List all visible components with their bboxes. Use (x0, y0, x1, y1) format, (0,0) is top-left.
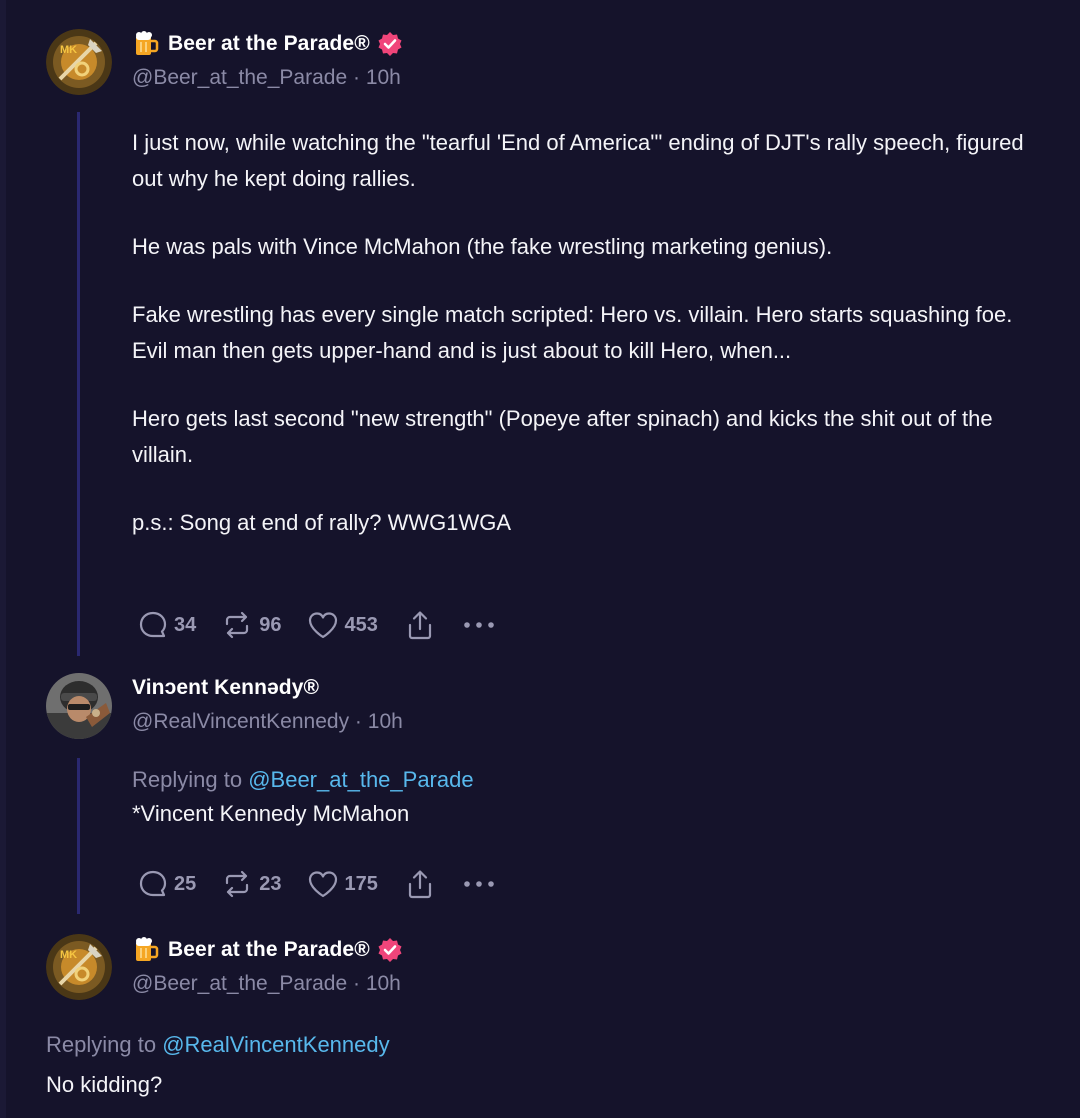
thread-line (77, 112, 80, 656)
like-count: 175 (344, 872, 378, 895)
share-button[interactable] (406, 868, 434, 900)
post-body: Replying to @Beer_at_the_Parade *Vincent… (132, 763, 1032, 831)
avatar[interactable] (46, 673, 112, 739)
reply-count: 25 (174, 872, 197, 895)
repost-icon (221, 610, 253, 640)
handle[interactable]: @RealVincentKennedy (132, 710, 349, 733)
reply-count: 34 (174, 613, 197, 636)
post-paragraph: p.s.: Song at end of rally? WWG1WGA (132, 510, 512, 535)
avatar[interactable]: MK (46, 934, 112, 1000)
replying-to: Replying to @RealVincentKennedy (46, 1025, 946, 1065)
left-edge-strip (0, 0, 6, 1118)
reply-button[interactable]: 25 (138, 869, 196, 899)
action-bar: 25 23 175 (138, 868, 496, 900)
more-dots-icon (462, 879, 496, 889)
reply-button[interactable]: 34 (138, 610, 196, 640)
post-text: No kidding? (46, 1072, 163, 1097)
post-paragraph: Hero gets last second "new strength" (Po… (132, 406, 993, 467)
repost-count: 23 (259, 872, 282, 895)
post-paragraph: He was pals with Vince McMahon (the fake… (132, 234, 833, 259)
mention-link[interactable]: @Beer_at_the_Parade (248, 767, 473, 792)
post-paragraph: Fake wrestling has every single match sc… (132, 302, 1013, 363)
handle[interactable]: @Beer_at_the_Parade (132, 972, 347, 995)
display-name[interactable]: Beer at the Parade® (168, 32, 370, 56)
timestamp[interactable]: 10h (366, 972, 401, 995)
repost-count: 96 (259, 613, 282, 636)
svg-text:MK: MK (60, 44, 77, 56)
more-options-button[interactable] (462, 879, 496, 889)
display-name[interactable]: Vinɔent Kennədy® (132, 676, 319, 700)
svg-text:MK: MK (60, 949, 77, 961)
display-name[interactable]: Beer at the Parade® (168, 938, 370, 962)
action-bar: 34 96 453 (138, 609, 496, 641)
reply-icon (138, 610, 168, 640)
post-paragraph: I just now, while watching the "tearful … (132, 130, 1024, 191)
like-count: 453 (344, 613, 378, 636)
beer-mug-icon (132, 936, 160, 964)
replying-to-label: Replying to (132, 767, 243, 792)
more-options-button[interactable] (462, 620, 496, 630)
replying-to-label: Replying to (46, 1032, 157, 1057)
post-body: I just now, while watching the "tearful … (132, 125, 1032, 573)
timestamp[interactable]: 10h (368, 710, 403, 733)
verified-badge-icon (377, 937, 403, 963)
heart-icon (307, 869, 339, 899)
post-body: Replying to @RealVincentKennedy No kiddi… (46, 1025, 946, 1105)
like-button[interactable]: 175 (307, 869, 378, 899)
repost-button[interactable]: 23 (221, 869, 282, 899)
share-icon (406, 868, 434, 900)
meta-separator: · (352, 972, 360, 995)
timestamp[interactable]: 10h (366, 66, 401, 89)
avatar[interactable]: MK (46, 29, 112, 95)
more-dots-icon (462, 620, 496, 630)
meta-separator: · (354, 710, 362, 733)
beer-mug-icon (132, 30, 160, 58)
verified-badge-icon (377, 31, 403, 57)
thread-line (77, 758, 80, 914)
share-button[interactable] (406, 609, 434, 641)
heart-icon (307, 610, 339, 640)
post-text: *Vincent Kennedy McMahon (132, 801, 410, 826)
like-button[interactable]: 453 (307, 610, 378, 640)
repost-icon (221, 869, 253, 899)
mention-link[interactable]: @RealVincentKennedy (162, 1032, 389, 1057)
replying-to: Replying to @Beer_at_the_Parade (132, 763, 1032, 797)
repost-button[interactable]: 96 (221, 610, 282, 640)
share-icon (406, 609, 434, 641)
reply-icon (138, 869, 168, 899)
meta-separator: · (352, 66, 360, 89)
handle[interactable]: @Beer_at_the_Parade (132, 66, 347, 89)
